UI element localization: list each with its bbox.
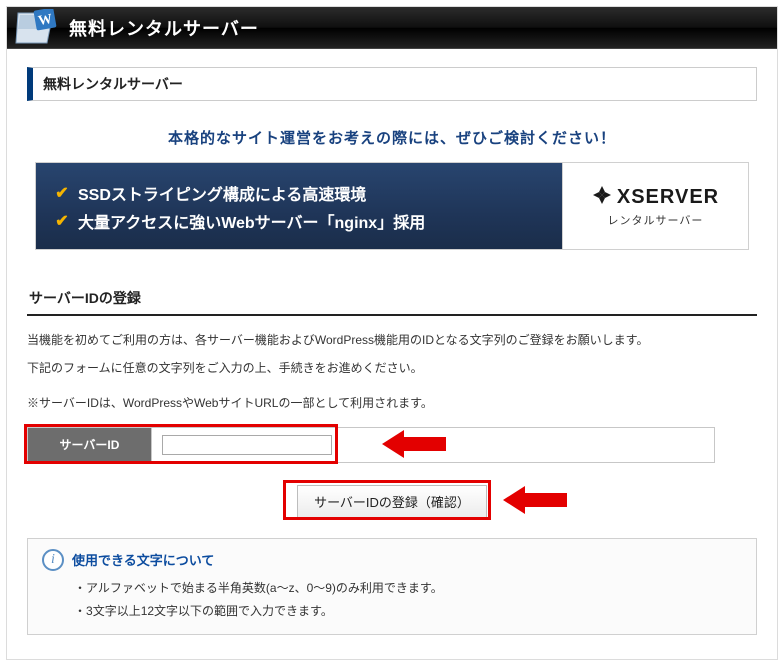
header-bar: W 無料レンタルサーバー [7, 7, 777, 49]
banner-features: ✔ SSDストライピング構成による高速環境 ✔ 大量アクセスに強いWebサーバー… [36, 163, 562, 249]
panel-title: 無料レンタルサーバー [27, 67, 757, 101]
submit-row: サーバーIDの登録（確認） [27, 485, 757, 518]
brand-name: XSERVER [617, 186, 719, 209]
register-button[interactable]: サーバーIDの登録（確認） [297, 485, 487, 518]
header-title: 無料レンタルサーバー [69, 15, 259, 41]
brand-subtitle: レンタルサーバー [608, 212, 704, 228]
section-note: ※サーバーIDは、WordPressやWebサイトURLの一部として利用されます… [27, 393, 757, 415]
server-id-input[interactable] [162, 435, 332, 455]
svg-text:W: W [37, 11, 53, 28]
content-area: 無料レンタルサーバー 本格的なサイト運営をお考えの際には、ぜひご検討ください！ … [7, 49, 777, 659]
form-row: サーバーID [27, 427, 757, 463]
banner-bullet: SSDストライピング構成による高速環境 [78, 181, 366, 205]
annotation-arrow-icon [382, 427, 446, 461]
page-frame: W 無料レンタルサーバー 無料レンタルサーバー 本格的なサイト運営をお考えの際に… [6, 6, 778, 660]
check-icon: ✔ [54, 185, 70, 201]
info-item: アルファベットで始まる半角英数(a～z、0～9)のみ利用できます。 [74, 577, 742, 600]
info-title: 使用できる文字について [72, 550, 214, 569]
info-icon: i [42, 549, 64, 571]
section-heading: サーバーIDの登録 [27, 284, 757, 316]
server-id-label: サーバーID [28, 427, 152, 462]
wordpress-server-icon: W [15, 9, 59, 47]
info-item: 3文字以上12文字以下の範囲で入力できます。 [74, 600, 742, 623]
promo-headline: 本格的なサイト運営をお考えの際には、ぜひご検討ください！ [27, 127, 757, 148]
check-icon: ✔ [54, 213, 70, 229]
banner-bullet: 大量アクセスに強いWebサーバー「nginx」採用 [78, 209, 425, 233]
annotation-arrow-icon [503, 483, 567, 517]
section-desc: 当機能を初めてご利用の方は、各サーバー機能およびWordPress機能用のIDと… [27, 330, 757, 352]
promo-banner[interactable]: ✔ SSDストライピング構成による高速環境 ✔ 大量アクセスに強いWebサーバー… [35, 162, 749, 250]
banner-brand: XSERVER レンタルサーバー [562, 163, 748, 249]
info-panel: i 使用できる文字について アルファベットで始まる半角英数(a～z、0～9)のみ… [27, 538, 757, 636]
section-desc: 下記のフォームに任意の文字列をご入力の上、手続きをお進めください。 [27, 358, 757, 380]
brand-logo-icon [592, 185, 612, 210]
